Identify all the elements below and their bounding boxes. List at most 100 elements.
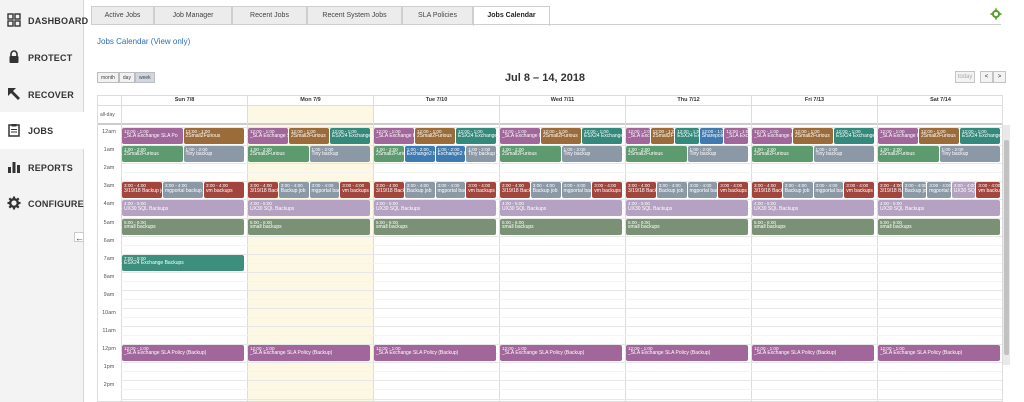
calendar-event[interactable]: 3:00 - 4:00vm backups [204,182,244,199]
calendar-event[interactable]: 12:00 - 1:00_SLA Exchange Policy (Backup… [374,128,414,145]
calendar-event[interactable]: 1:00 - 2:002Small2Furious [374,146,404,163]
calendar-event[interactable]: 3:00 - 4:003/19/18 Backup [878,182,902,199]
calendar-event[interactable]: 12:00 - 1:00ESX24 Exchange [330,128,370,145]
calendar-event[interactable]: 4:00 - 5:00 UX30 SQL Backups [878,200,1000,217]
calendar-event[interactable]: 3:00 - 4:00mgportal backup [813,182,844,199]
calendar-event[interactable]: 5:00 - 6:00 small backups [752,218,874,235]
calendar-event[interactable]: 1:00 - 2:002Small2Furious [752,146,813,163]
calendar-event[interactable]: 3:00 - 4:003/19/18 Backup job [122,182,162,199]
calendar-event[interactable]: 1:00 - 2:00 Tiny backup [687,146,748,163]
tab-jobs-calendar[interactable]: Jobs Calendar [473,6,550,26]
tab-active-jobs[interactable]: Active Jobs [91,6,154,25]
calendar-event[interactable]: 3:00 - 4:00vm backups [976,182,1000,199]
calendar-event[interactable]: 3:00 - 4:00mgportal backup [561,182,592,199]
calendar-event[interactable]: 12:00 - 1:002Small2Furious [183,128,244,145]
calendar-event[interactable]: 12:00 - 1:00ESX24 Exchange [582,128,622,145]
calendar-event[interactable]: 12:00 - 1:00_SLA Exchange SLA Policy (Ba… [626,345,748,362]
calendar-event[interactable]: 3:00 - 4:00vm backups [718,182,748,199]
scrollbar-thumb[interactable] [1004,140,1009,355]
calendar-event[interactable]: 3:00 - 4:00UX30 SQL Backups [951,182,976,199]
calendar-event[interactable]: 4:00 - 5:00 UX30 SQL Backups [122,200,244,217]
tab-job-manager[interactable]: Job Manager [154,6,232,25]
calendar-event[interactable]: 12:00 - 1:00_SLA Exchange Policy (Backup… [752,128,792,145]
calendar-event[interactable]: 3:00 - 4:003/19/18 Backup [248,182,278,199]
calendar-event[interactable]: 4:00 - 5:00 UX30 SQL Backups [626,200,748,217]
calendar-event[interactable]: 12:00 - 1:00_SLA Exchange SLA Policy (Ba… [752,345,874,362]
calendar-event[interactable]: 12:00 - 1:00_SLA Exchange SLA Policy (Ba… [122,345,244,362]
calendar-event[interactable]: 1:00 - 2:00 Tiny backup [939,146,1000,163]
calendar-event[interactable]: 3:00 - 4:00vm backups [844,182,874,199]
calendar-event[interactable]: 3:00 - 4:00mgportal backup [163,182,203,199]
calendar-event[interactable]: 3:00 - 4:00mgportal backup [435,182,466,199]
calendar-event[interactable]: 1:00 - 2:002Small2Furious [248,146,309,163]
calendar-event[interactable]: 12:00 - 1:00ESX24 Exchange [960,128,1000,145]
calendar-event[interactable]: 1:00 - 2:002Small2Furious [626,146,687,163]
calendar-event[interactable]: 5:00 - 6:00 small backups [500,218,622,235]
page-subtitle[interactable]: Jobs Calendar (View only) [97,37,190,46]
calendar-event[interactable]: 3:00 - 4:00mgportal backup [687,182,718,199]
calendar-event[interactable]: 1:00 - 2:00 Tiny backup [466,146,496,163]
calendar-event[interactable]: 1:00 - 2:002Small2Furious [122,146,183,163]
calendar-event[interactable]: 12:00 - 1:00_SLA Exchange SLA Policy (Ba… [500,345,622,362]
calendar-event[interactable]: 7:00 - 8:00 ESX24 Exchange Backups [122,254,244,271]
calendar-event[interactable]: 1:00 - 2:00Exchange2 backup [404,146,435,163]
calendar-event[interactable]: 1:00 - 2:00 Tiny backup [813,146,874,163]
calendar-event[interactable]: 12:00 - 1:00_SLA Exchange Policy (Backup… [500,128,540,145]
view-week-button[interactable]: week [134,72,155,83]
nav-configure[interactable]: CONFIGURE [0,185,84,222]
settings-gear-icon[interactable] [990,8,1002,20]
calendar-event[interactable]: 1:00 - 2:00 Tiny backup [561,146,622,163]
tab-recent-system-jobs[interactable]: Recent System Jobs [307,6,402,25]
calendar-event[interactable]: 12:00 - 1:00ESX24 Exchange [456,128,496,145]
calendar-event[interactable]: 12:00 - 1:00_SLA Exchange SLA Policy (Ba… [878,345,1000,362]
calendar-event[interactable]: 12:00 - 1:00_SLA Exchange Policy (Backup… [878,128,918,145]
calendar-event[interactable]: 4:00 - 5:00 UX30 SQL Backups [500,200,622,217]
calendar-event[interactable]: 12:00 - 1:002Small2Furious [289,128,329,145]
calendar-event[interactable]: 3:00 - 4:00mgportal backup [309,182,340,199]
calendar-event[interactable]: 5:00 - 6:00 small backups [878,218,1000,235]
calendar-event[interactable]: 3:00 - 4:00mgportal backup [927,182,951,199]
calendar-event[interactable]: 5:00 - 6:00 small backups [626,218,748,235]
calendar-event[interactable]: 12:00 - 1:002Small2Furious [541,128,581,145]
calendar-event[interactable]: 3:00 - 4:00Backup job [656,182,687,199]
calendar-event[interactable]: 12:00 - 1:00_SLA Exchange SLA Policy (Ba… [248,128,288,145]
nav-protect[interactable]: PROTECT [0,39,84,76]
tab-recent-jobs[interactable]: Recent Jobs [232,6,307,25]
calendar-event[interactable]: 3:00 - 4:00Backup job [530,182,561,199]
calendar-event[interactable]: 12:00 - 1:002Small2Furious [793,128,833,145]
calendar-event[interactable]: 3:00 - 4:00vm backups [340,182,370,199]
calendar-event[interactable]: 4:00 - 5:00 UX30 SQL Backups [374,200,496,217]
calendar-event[interactable]: 4:00 - 5:00 UX30 SQL Backups [248,200,370,217]
calendar-event[interactable]: 3:00 - 4:00vm backups [466,182,496,199]
calendar-event[interactable]: 12:00 - 1:00_SLA Exchange SLA Policy (Ba… [374,345,496,362]
calendar-event[interactable]: 3:00 - 4:00vm backups [592,182,622,199]
next-week-button[interactable]: > [993,71,1006,83]
prev-week-button[interactable]: < [980,71,993,83]
calendar-event[interactable]: 5:00 - 6:00 small backups [122,218,244,235]
calendar-event[interactable]: 3:00 - 4:003/19/18 Backup [500,182,530,199]
calendar-event[interactable]: 1:00 - 2:00Exchange2 backup [435,146,466,163]
calendar-event[interactable]: 1:00 - 2:002Small2Furious [500,146,561,163]
nav-reports[interactable]: REPORTS [0,149,84,186]
calendar-event[interactable]: 3:00 - 4:003/19/18 Backup [374,182,404,199]
calendar-event[interactable]: 12:00 - 1:002Small2Furious [919,128,959,145]
view-month-button[interactable]: month [97,72,119,83]
calendar-event[interactable]: 3:00 - 4:003/19/18 Backup [752,182,782,199]
tab-sla-policies[interactable]: SLA Policies [402,6,473,25]
calendar-event[interactable]: 12:00 - 1:002Small2Furious [415,128,455,145]
calendar-event[interactable]: 4:00 - 5:00 UX30 SQL Backups [752,200,874,217]
calendar-event[interactable]: 12:00 - 1:00_SLA Exchange [724,128,748,145]
calendar-event[interactable]: 3:00 - 4:00Backup job [902,182,927,199]
calendar-event[interactable]: 3:00 - 4:00Backup job [278,182,309,199]
calendar-event[interactable]: 1:00 - 2:00 Tiny backup [309,146,370,163]
calendar-event[interactable]: 1:00 - 2:00 Tiny backup [183,146,244,163]
calendar-event[interactable]: 5:00 - 6:00 small backups [374,218,496,235]
calendar-event[interactable]: 5:00 - 6:00 small backups [248,218,370,235]
calendar-event[interactable]: 12:00 - 1:00 _SLA Exchange SLA Po [122,128,183,145]
calendar-event[interactable]: 12:00 - 1:00Sharepoint [699,128,724,145]
nav-jobs[interactable]: JOBS [0,112,84,149]
nav-recover[interactable]: RECOVER [0,76,84,113]
today-button[interactable]: today [955,71,975,83]
calendar-event[interactable]: 12:00 - 1:002Small2Furious [650,128,675,145]
calendar-event[interactable]: 3:00 - 4:00Backup job [782,182,813,199]
